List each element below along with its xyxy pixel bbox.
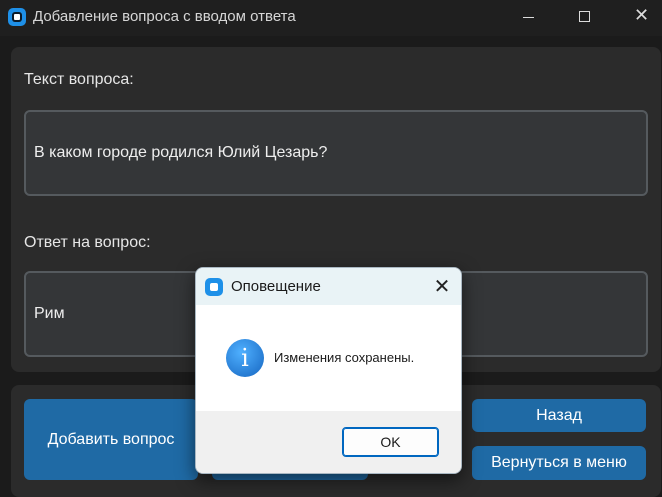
app-icon xyxy=(8,8,26,26)
minimize-icon xyxy=(523,17,534,18)
return-to-menu-button[interactable]: Вернуться в меню xyxy=(472,446,646,480)
dialog-title: Оповещение xyxy=(231,278,321,295)
title-bar: Добавление вопроса с вводом ответа ✕ xyxy=(0,0,662,36)
ok-button[interactable]: OK xyxy=(342,427,439,457)
dialog-footer: OK xyxy=(196,411,461,473)
notification-dialog: Оповещение ✕ i Изменения сохранены. OK xyxy=(195,267,462,474)
dialog-app-icon xyxy=(205,278,223,296)
answer-label: Ответ на вопрос: xyxy=(24,234,151,251)
question-label: Текст вопроса: xyxy=(24,71,134,88)
close-icon: ✕ xyxy=(634,5,650,26)
add-question-button[interactable]: Добавить вопрос xyxy=(24,399,198,480)
maximize-button[interactable] xyxy=(561,0,607,34)
info-icon: i xyxy=(226,339,264,377)
dialog-title-bar: Оповещение ✕ xyxy=(196,268,461,305)
dialog-close-icon[interactable]: ✕ xyxy=(428,272,456,300)
minimize-button[interactable] xyxy=(505,0,551,34)
question-input[interactable]: В каком городе родился Юлий Цезарь? xyxy=(24,110,648,196)
maximize-icon xyxy=(579,11,590,22)
dialog-message: Изменения сохранены. xyxy=(274,350,415,365)
close-button[interactable]: ✕ xyxy=(617,0,662,34)
dialog-body: i Изменения сохранены. xyxy=(196,305,461,411)
window-title: Добавление вопроса с вводом ответа xyxy=(33,8,296,25)
back-button[interactable]: Назад xyxy=(472,399,646,432)
